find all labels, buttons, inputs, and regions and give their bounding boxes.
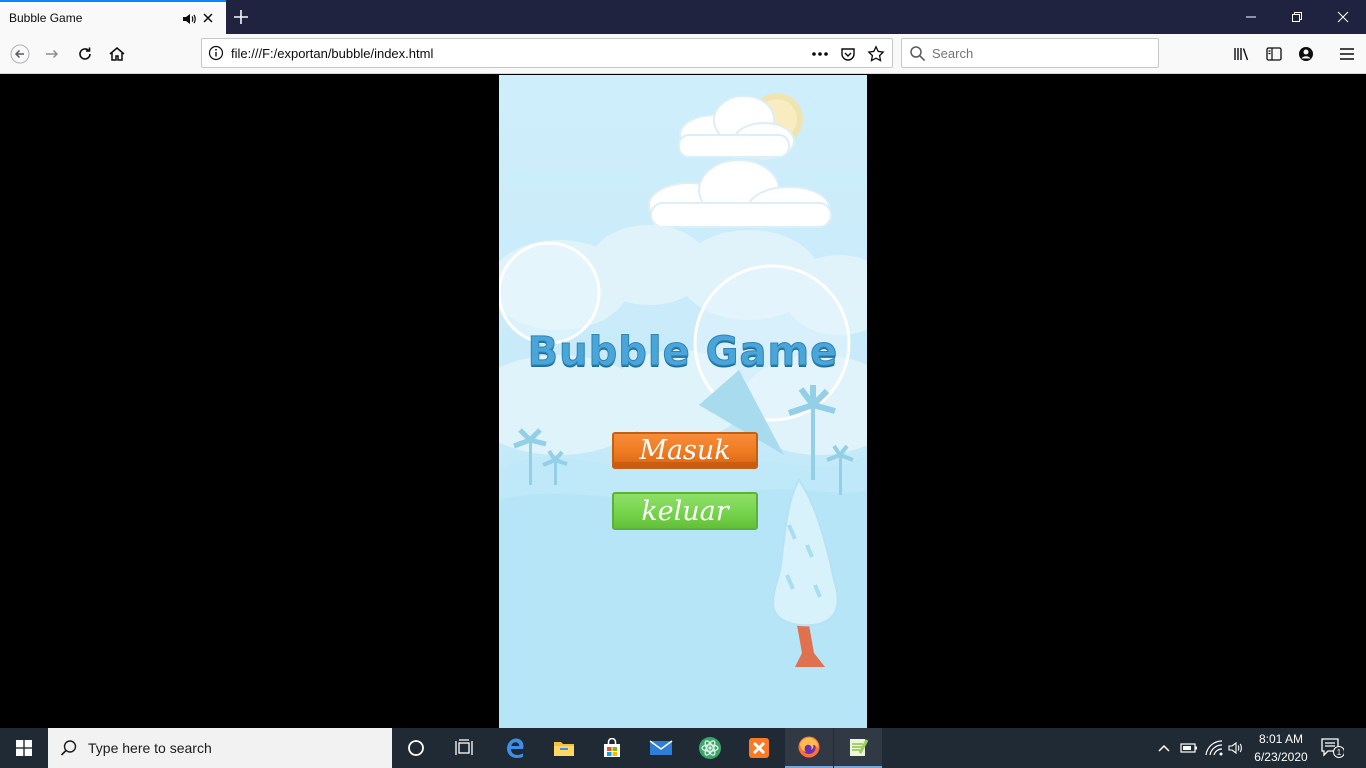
search-box[interactable]: Search [901,38,1159,68]
store-icon [604,738,620,757]
game-title: Bubble Game [527,329,839,376]
battery-icon[interactable] [1180,739,1198,757]
store-app-button[interactable] [588,728,636,768]
mail-icon [649,740,673,755]
forward-button[interactable] [38,40,66,68]
task-view-icon [455,739,473,755]
library-icon [1234,48,1249,61]
windows-logo-icon [16,740,32,756]
info-icon[interactable] [208,45,224,61]
back-button[interactable] [6,40,34,68]
sidebar-button[interactable] [1260,40,1288,68]
firefox-app-button[interactable] [785,728,833,768]
search-icon [60,740,77,756]
taskbar-search-box[interactable]: Type here to search [48,728,392,768]
notification-count: 1 [1337,748,1342,757]
enter-game-button[interactable]: Masuk [612,432,758,469]
notification-icon: 1 [1321,738,1345,758]
speaker-icon[interactable] [181,11,197,27]
forward-arrow-icon [46,49,59,59]
new-tab-icon[interactable] [230,6,252,28]
page-actions-icon[interactable] [811,45,829,63]
firefox-icon [798,736,820,758]
home-icon [109,47,125,61]
notepadpp-app-button[interactable] [834,728,882,768]
edge-app-button[interactable] [491,728,539,768]
cortana-button[interactable] [392,728,440,768]
atom-app-button[interactable] [686,728,734,768]
clock-date: 6/23/2020 [1254,750,1308,764]
game-background [499,93,867,728]
browser-navbar: file:///F:/exportan/bubble/index.html Se… [0,34,1366,74]
file-explorer-button[interactable] [540,728,588,768]
mail-app-button[interactable] [637,728,685,768]
wifi-icon[interactable] [1205,739,1223,757]
volume-icon[interactable] [1227,739,1245,757]
browser-titlebar: Bubble Game [0,0,1366,34]
task-view-button[interactable] [440,728,488,768]
sidebar-icon [1266,47,1282,61]
folder-icon [554,742,574,756]
clock-time: 8:01 AM [1258,732,1304,746]
search-icon [910,46,926,62]
minimize-icon [1246,16,1256,18]
hamburger-menu-icon [1340,48,1354,60]
bookmark-star-icon[interactable] [867,45,885,63]
cloud-middle [648,159,832,228]
menu-button[interactable] [1333,40,1361,68]
notepad-plus-plus-icon [850,739,869,756]
action-center-button[interactable]: 1 [1320,737,1345,759]
close-tab-icon[interactable] [200,10,216,26]
start-button[interactable] [0,728,48,768]
edge-icon [507,738,524,758]
xampp-icon [749,738,769,758]
minimize-button[interactable] [1228,0,1274,34]
account-button[interactable] [1292,40,1320,68]
address-bar[interactable]: file:///F:/exportan/bubble/index.html [201,38,893,68]
atom-icon [699,737,721,759]
xampp-app-button[interactable] [735,728,783,768]
tray-overflow-icon[interactable] [1155,739,1173,757]
bubble-left [499,241,601,345]
browser-tab[interactable]: Bubble Game [0,0,226,34]
system-clock[interactable]: 8:01 AM 6/23/2020 [1246,730,1316,766]
reload-icon [79,47,91,60]
game-canvas[interactable]: Bubble Game Masuk keluar [499,75,867,728]
tab-title: Bubble Game [9,11,83,25]
close-window-button[interactable] [1320,0,1366,34]
library-button[interactable] [1228,40,1256,68]
windows-taskbar: Type here to search 8:01 AM 6/23/2020 1 [0,728,1366,768]
back-arrow-icon [10,44,30,64]
restore-button[interactable] [1274,0,1320,34]
url-text[interactable]: file:///F:/exportan/bubble/index.html [231,46,433,61]
reload-button[interactable] [71,40,99,68]
exit-game-button[interactable]: keluar [612,492,758,530]
taskbar-search-placeholder: Type here to search [88,740,212,756]
pocket-icon[interactable] [839,45,857,63]
cortana-icon [408,740,424,756]
home-button[interactable] [103,40,131,68]
page-viewport: Bubble Game Masuk keluar [0,75,1366,728]
close-icon [1337,11,1349,23]
search-placeholder: Search [932,46,974,61]
restore-icon [1292,12,1302,22]
account-icon [1299,47,1313,61]
